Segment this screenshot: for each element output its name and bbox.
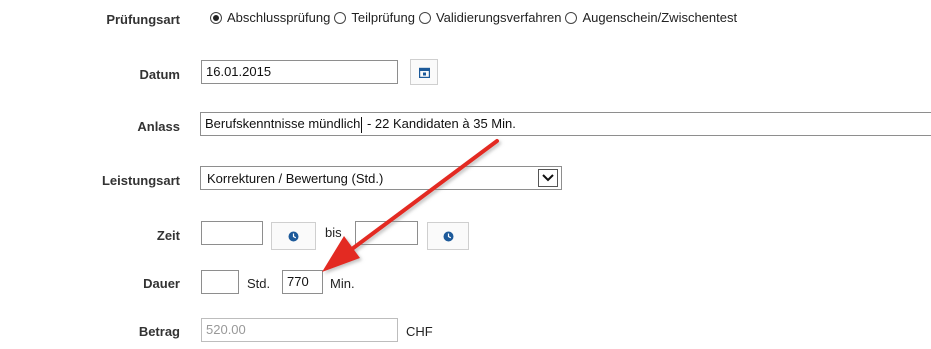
pruefungsart-radio-group: Abschlussprüfung Teilprüfung Validierung… <box>210 10 741 25</box>
pruefungsart-label: Prüfungsart <box>106 12 180 27</box>
radio-augenschein-zwischentest[interactable]: Augenschein/Zwischentest <box>565 10 737 25</box>
radio-validierungsverfahren[interactable]: Validierungsverfahren <box>418 10 562 25</box>
radio-unchecked-icon[interactable] <box>565 11 578 24</box>
leistungsart-select[interactable]: Korrekturen / Bewertung (Std.) <box>200 166 562 190</box>
datum-label: Datum <box>139 67 180 82</box>
anlass-input[interactable]: Berufskenntnisse mündlich - 22 Kandidate… <box>200 112 931 136</box>
radio-label: Abschlussprüfung <box>227 10 331 25</box>
radio-label: Teilprüfung <box>351 10 415 25</box>
calendar-icon <box>418 67 430 78</box>
radio-label: Validierungsverfahren <box>435 10 562 25</box>
radio-abschlusspruefung[interactable]: Abschlussprüfung <box>210 10 330 25</box>
zeit-from-picker-button[interactable] <box>271 222 316 250</box>
dauer-label: Dauer <box>143 276 180 291</box>
dauer-minutes-input[interactable]: 770 <box>282 270 323 294</box>
zeit-to-picker-button[interactable] <box>427 222 469 250</box>
radio-checked-icon[interactable] <box>210 11 222 24</box>
anlass-label: Anlass <box>137 119 180 134</box>
radio-unchecked-icon[interactable] <box>334 11 347 24</box>
leistungsart-label: Leistungsart <box>101 173 180 188</box>
radio-label: Augenschein/Zwischentest <box>582 10 738 25</box>
zeit-label: Zeit <box>156 228 180 243</box>
clock-icon <box>443 231 453 241</box>
anlass-text-before-cursor: Berufskenntnisse mündlich <box>205 116 361 131</box>
leistungsart-selected-value: Korrekturen / Bewertung (Std.) <box>207 170 384 186</box>
dauer-hours-input[interactable] <box>201 270 239 294</box>
dauer-minutes-unit: Min. <box>330 276 355 291</box>
datum-input[interactable]: 16.01.2015 <box>201 60 398 84</box>
radio-teilpruefung[interactable]: Teilprüfung <box>334 10 415 25</box>
radio-unchecked-icon[interactable] <box>418 11 431 24</box>
anlass-text-after-cursor: - 22 Kandidaten à 35 Min. <box>363 116 516 131</box>
zeit-to-input[interactable] <box>355 221 418 245</box>
betrag-input: 520.00 <box>201 318 398 342</box>
betrag-label: Betrag <box>138 324 180 339</box>
chevron-down-icon[interactable] <box>538 169 558 187</box>
betrag-currency: CHF <box>406 324 433 339</box>
clock-icon <box>288 231 299 241</box>
zeit-from-input[interactable] <box>201 221 263 245</box>
datum-picker-button[interactable] <box>410 59 438 85</box>
dauer-hours-unit: Std. <box>247 276 271 291</box>
zeit-separator: bis <box>325 225 342 240</box>
